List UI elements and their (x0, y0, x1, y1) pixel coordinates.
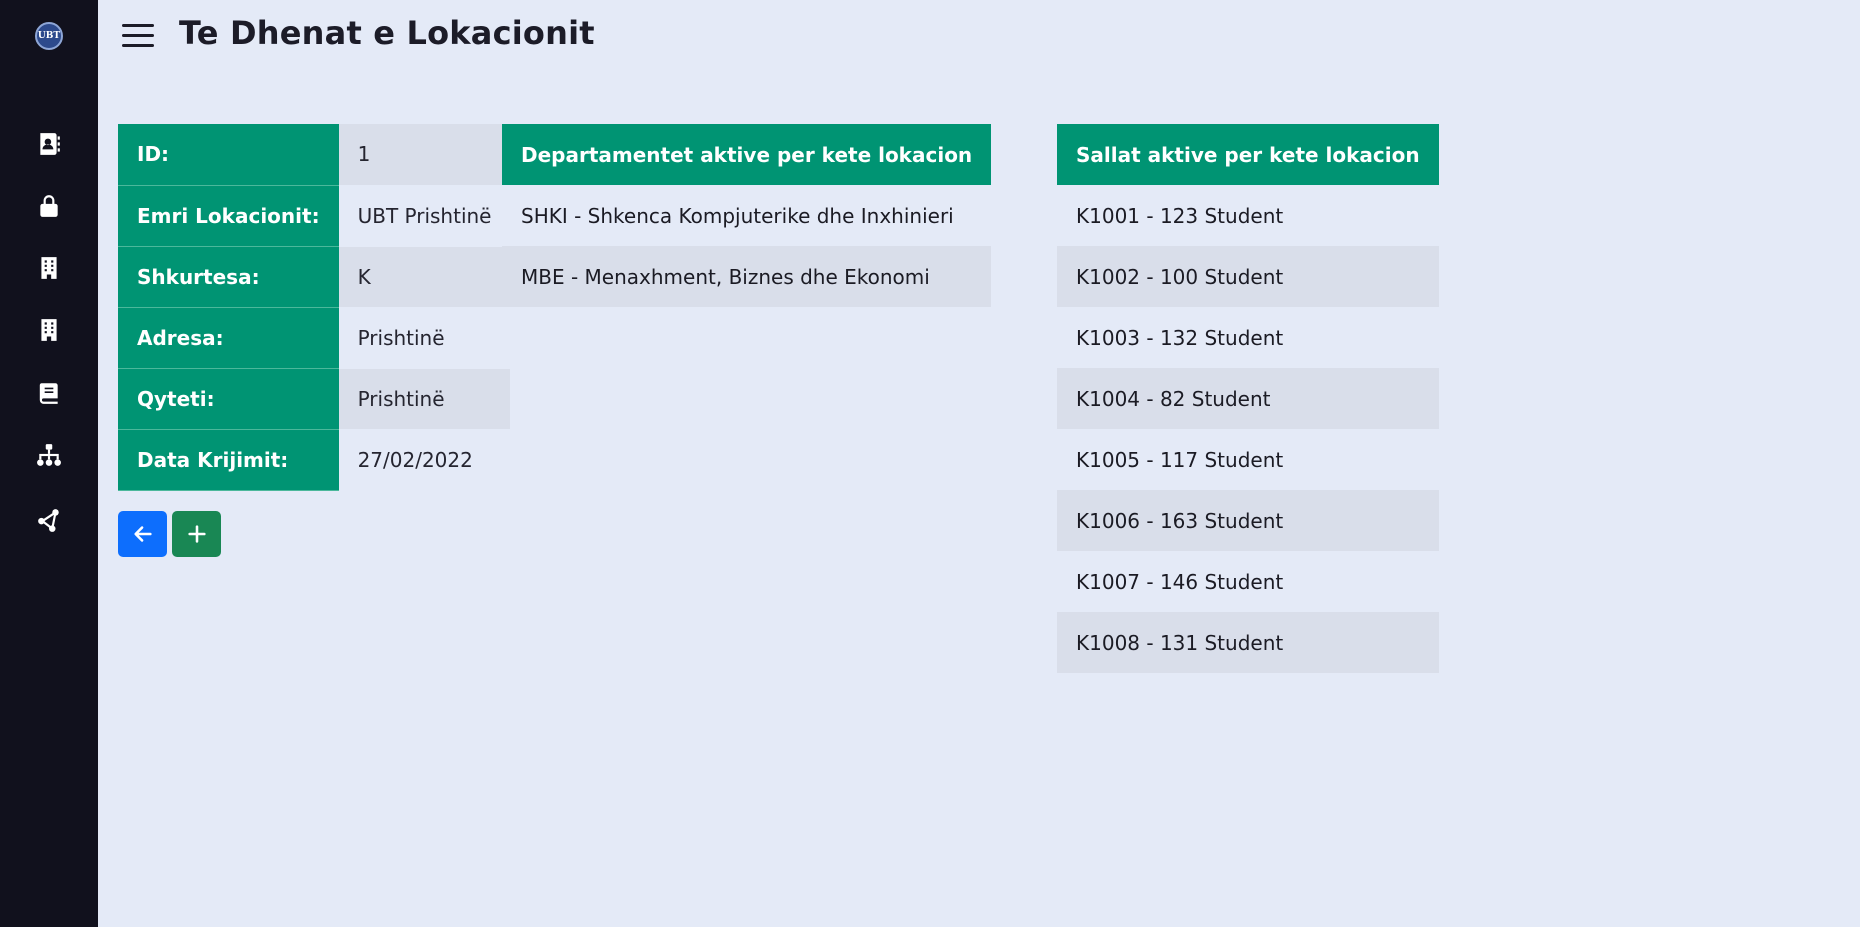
table-row: K1001 - 123 Student (1057, 185, 1439, 246)
table-row: K1002 - 100 Student (1057, 246, 1439, 307)
table-row: K1008 - 131 Student (1057, 612, 1439, 673)
arrow-left-icon (133, 526, 152, 542)
ubt-logo[interactable]: UBT (35, 22, 63, 50)
table-row: K1006 - 163 Student (1057, 490, 1439, 551)
room-item: K1004 - 82 Student (1057, 368, 1439, 429)
room-item: K1002 - 100 Student (1057, 246, 1439, 307)
row-label: Shkurtesa: (118, 246, 339, 308)
menu-toggle-icon[interactable] (122, 24, 154, 50)
room-item: K1005 - 117 Student (1057, 429, 1439, 490)
table-row: ID: 1 (118, 124, 511, 186)
table-row: K1004 - 82 Student (1057, 368, 1439, 429)
row-value: Prishtinë (338, 368, 511, 430)
row-label: Qyteti: (118, 368, 339, 430)
building-icon[interactable] (34, 253, 64, 283)
building-icon[interactable] (34, 315, 64, 345)
table-row: MBE - Menaxhment, Biznes dhe Ekonomi (502, 246, 992, 307)
room-item: K1006 - 163 Student (1057, 490, 1439, 551)
row-value: UBT Prishtinë (338, 185, 511, 247)
page-title: Te Dhenat e Lokacionit (179, 14, 595, 52)
row-label: Emri Lokacionit: (118, 185, 339, 247)
room-item: K1003 - 132 Student (1057, 307, 1439, 368)
table-row: SHKI - Shkenca Kompjuterike dhe Inxhinie… (502, 185, 992, 246)
row-value: Prishtinë (338, 307, 511, 369)
sidebar: UBT (0, 0, 98, 927)
back-button[interactable] (118, 511, 167, 557)
row-label: Adresa: (118, 307, 339, 369)
book-icon[interactable] (34, 378, 64, 408)
row-label: ID: (118, 124, 339, 186)
departments-header: Departamentet aktive per kete lokacion (502, 124, 992, 185)
row-value: 27/02/2022 (338, 429, 511, 491)
row-label: Data Krijimit: (118, 429, 339, 491)
departments-table: Departamentet aktive per kete lokacion S… (502, 124, 992, 307)
add-button[interactable] (172, 511, 221, 557)
share-nodes-icon[interactable] (34, 505, 64, 535)
table-row: Adresa: Prishtinë (118, 307, 511, 369)
table-row: Emri Lokacionit: UBT Prishtinë (118, 185, 511, 247)
room-item: K1007 - 146 Student (1057, 551, 1439, 612)
table-row: Shkurtesa: K (118, 246, 511, 308)
table-row: K1003 - 132 Student (1057, 307, 1439, 368)
table-row: K1007 - 146 Student (1057, 551, 1439, 612)
contact-book-icon[interactable] (34, 129, 64, 159)
lock-icon[interactable] (34, 191, 64, 221)
location-info-table: ID: 1 Emri Lokacionit: UBT Prishtinë Shk… (118, 124, 511, 491)
row-value: K (338, 246, 511, 308)
plus-icon (187, 525, 206, 543)
table-row: K1005 - 117 Student (1057, 429, 1439, 490)
hierarchy-icon[interactable] (34, 440, 64, 470)
room-item: K1001 - 123 Student (1057, 185, 1439, 246)
table-row: Qyteti: Prishtinë (118, 368, 511, 430)
rooms-header: Sallat aktive per kete lokacion (1057, 124, 1439, 185)
department-item: SHKI - Shkenca Kompjuterike dhe Inxhinie… (502, 185, 992, 246)
rooms-table: Sallat aktive per kete lokacion K1001 - … (1057, 124, 1439, 673)
room-item: K1008 - 131 Student (1057, 612, 1439, 673)
department-item: MBE - Menaxhment, Biznes dhe Ekonomi (502, 246, 992, 307)
table-row: Data Krijimit: 27/02/2022 (118, 429, 511, 491)
row-value: 1 (338, 124, 511, 186)
